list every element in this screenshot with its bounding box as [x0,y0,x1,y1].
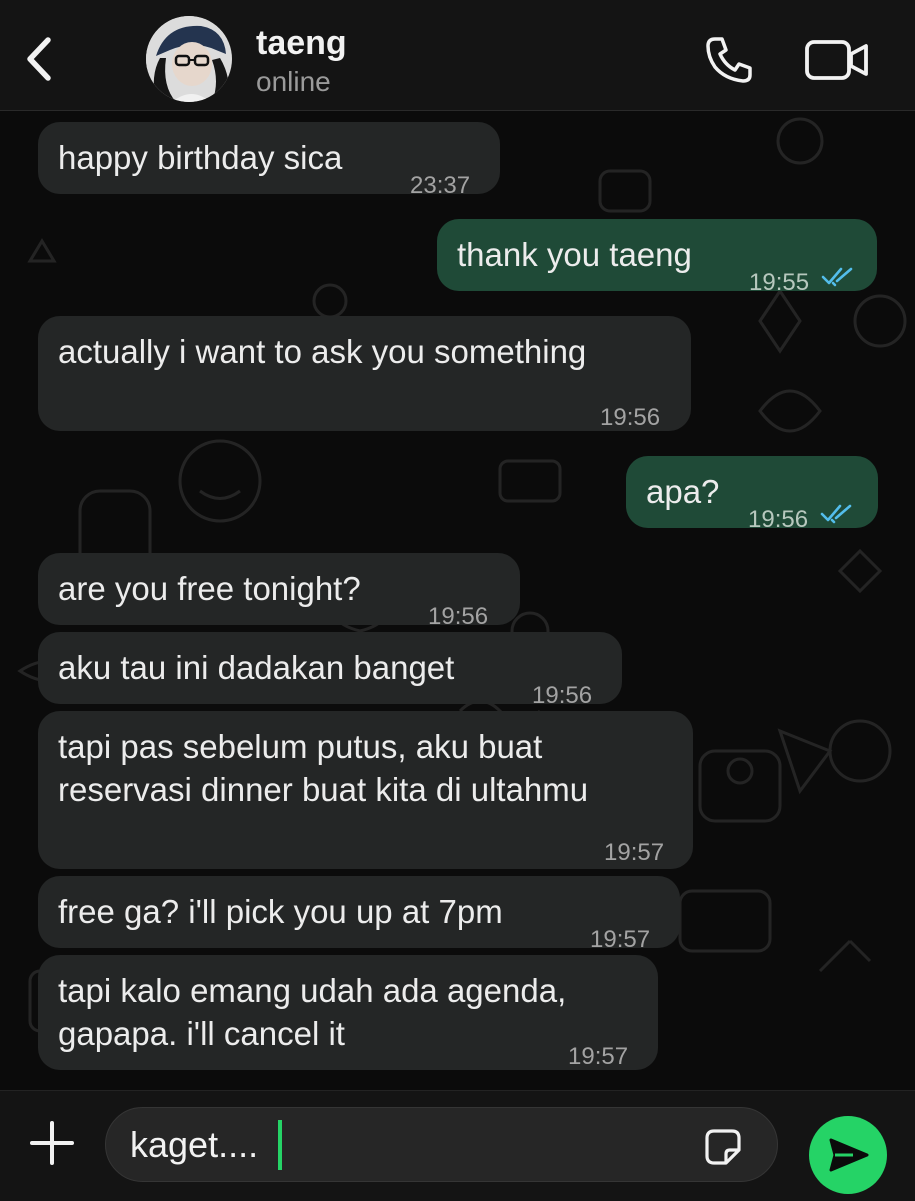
message-timestamp: 19:55 [749,269,810,296]
attach-button[interactable] [26,1117,78,1169]
message-timestamp: 19:57 [568,1043,629,1070]
text-caret [278,1120,282,1170]
message-text: are you free tonight? [58,570,361,607]
video-camera-icon [805,40,868,80]
incoming-message[interactable]: free ga? i'll pick you up at 7pm 19:57 [38,876,680,953]
message-timestamp: 19:56 [600,404,661,431]
message-text: apa? [646,473,720,510]
avatar[interactable] [146,16,232,102]
incoming-message[interactable]: actually i want to ask you something 19:5… [38,316,691,431]
read-receipt-icon [820,504,852,524]
read-receipt-icon [821,267,853,287]
incoming-message[interactable]: happy birthday sica 23:37 [38,122,500,199]
plus-icon [30,1121,74,1165]
video-call-button[interactable] [804,38,870,82]
contact-name[interactable]: taeng [256,24,347,63]
contact-status: online [256,66,331,97]
send-icon [829,1138,869,1172]
incoming-message[interactable]: tapi kalo emang udah ada agenda, gapapa.… [38,955,658,1070]
message-timestamp: 19:56 [748,506,809,533]
message-text: aku tau ini dadakan banget [58,649,455,686]
message-text: free ga? i'll pick you up at 7pm [58,893,503,930]
sticker-button[interactable] [704,1128,742,1166]
voice-call-button[interactable] [703,34,755,86]
send-button[interactable] [809,1116,887,1194]
message-text: tapi pas sebelum putus, aku buat reserva… [58,728,589,808]
message-composer: kaget.... [0,1090,915,1201]
outgoing-message[interactable]: apa? 19:56 [626,456,878,533]
chevron-left-icon [27,37,51,81]
message-input[interactable]: kaget.... [105,1107,778,1182]
message-timestamp: 23:37 [410,172,471,199]
message-text: happy birthday sica [58,139,343,176]
avatar-photo [146,16,232,102]
message-text: thank you taeng [457,236,692,273]
phone-icon [706,37,752,83]
incoming-message[interactable]: tapi pas sebelum putus, aku buat reserva… [38,711,693,869]
incoming-message[interactable]: aku tau ini dadakan banget 19:56 [38,632,622,709]
message-text: tapi kalo emang udah ada agenda, gapapa.… [58,972,567,1052]
outgoing-message[interactable]: thank you taeng 19:55 [437,219,877,296]
back-button[interactable] [18,34,62,84]
sticker-icon [705,1129,741,1165]
message-text: actually i want to ask you something [58,333,587,370]
incoming-message[interactable]: are you free tonight? 19:56 [38,553,520,630]
message-input-text[interactable]: kaget.... [130,1124,258,1166]
message-timestamp: 19:57 [604,839,665,866]
chat-header: taeng online [0,0,915,111]
chat-messages-area[interactable]: happy birthday sica 23:37 thank you taeng 1… [0,111,915,1090]
